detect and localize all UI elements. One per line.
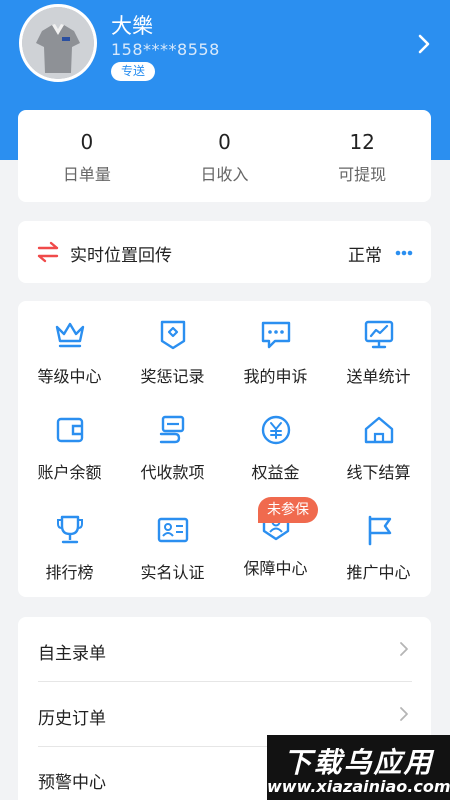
grid-item-equity-fund[interactable]: 权益金 [224,397,327,493]
stat-label: 可提现 [338,165,387,184]
grid-item-level-center[interactable]: 等级中心 [18,301,121,397]
stat-label: 日收入 [200,165,249,184]
uninsured-badge: 未参保 [258,497,318,523]
home-icon [364,416,394,444]
stat-value: 0 [80,130,94,154]
chevron-right-icon [400,707,408,721]
grid-item-my-appeal[interactable]: 我的申诉 [224,301,327,397]
stat-daily-orders[interactable]: 0 日单量 [18,110,156,202]
grid-item-label: 推广中心 [346,563,411,582]
grid-item-label: 我的申诉 [243,367,308,386]
grid-item-account-balance[interactable]: 账户余额 [18,397,121,493]
stat-withdrawable[interactable]: 12 可提现 [293,110,431,202]
stat-value: 12 [349,130,375,154]
menu-item-label: 自主录单 [38,644,106,664]
location-status: 正常 [348,246,382,266]
yen-coin-icon [261,415,291,445]
grid-item-collection[interactable]: 代收款项 [121,397,224,493]
grid-item-label: 保障中心 [243,559,308,578]
grid-item-delivery-stats[interactable]: 送单统计 [327,301,430,397]
grid-item-label: 代收款项 [140,463,205,482]
more-dots-icon[interactable] [395,250,413,256]
grid-item-label: 权益金 [251,463,300,482]
grid-item-leaderboard[interactable]: 排行榜 [18,497,121,593]
grid-item-label: 排行榜 [45,563,94,582]
stat-daily-income[interactable]: 0 日收入 [156,110,294,202]
crown-icon [55,322,85,348]
menu-item-self-entry[interactable]: 自主录单 [18,617,431,681]
grid-item-promotion-center[interactable]: 推广中心 [327,497,430,593]
menu-item-label: 预警中心 [38,773,106,793]
chevron-right-icon [400,642,408,656]
shield-record-icon [160,320,186,350]
user-type-badge: 专送 [111,62,156,81]
swap-arrows-icon [37,241,59,263]
grid-item-label: 线下结算 [346,463,411,482]
avatar[interactable] [19,4,97,82]
user-phone: 158****8558 [111,40,220,59]
grid-item-label: 账户余额 [37,463,102,482]
chevron-right-icon[interactable] [414,32,434,56]
message-dots-icon [261,321,291,349]
grid-item-label: 实名认证 [140,563,205,582]
location-label: 实时位置回传 [70,246,172,266]
grid-item-offline-settlement[interactable]: 线下结算 [327,397,430,493]
collection-icon [159,415,185,444]
location-report-row[interactable]: 实时位置回传 正常 [18,221,431,283]
flag-icon [368,515,392,546]
avatar-image [22,7,94,79]
grid-item-reward-punish[interactable]: 奖惩记录 [121,301,224,397]
grid-item-label: 等级中心 [37,367,102,386]
grid-item-label: 奖惩记录 [140,367,205,386]
stat-label: 日单量 [62,165,111,184]
chart-board-icon [364,320,394,349]
grid-item-real-name-auth[interactable]: 实名认证 [121,497,224,593]
shirt-avatar-icon [22,7,94,79]
watermark-url: www.xiazainiao.com [267,777,450,796]
stat-value: 0 [218,130,231,154]
menu-item-label: 历史订单 [38,709,106,729]
watermark-title: 下载乌应用 [283,746,434,779]
stats-card: 0 日单量 0 日收入 12 可提现 [18,110,431,202]
wallet-icon [56,417,84,443]
watermark-logo: 下载乌应用 www.xiazainiao.com [267,735,450,800]
trophy-icon [57,515,83,544]
grid-item-label: 送单统计 [346,367,411,386]
feature-grid: 等级中心 奖惩记录 我的申诉 送单统计 账户余额 代收款项 权益金 线下结算 排… [18,301,431,597]
user-name: 大樂 [111,14,153,38]
id-card-icon [157,517,189,543]
